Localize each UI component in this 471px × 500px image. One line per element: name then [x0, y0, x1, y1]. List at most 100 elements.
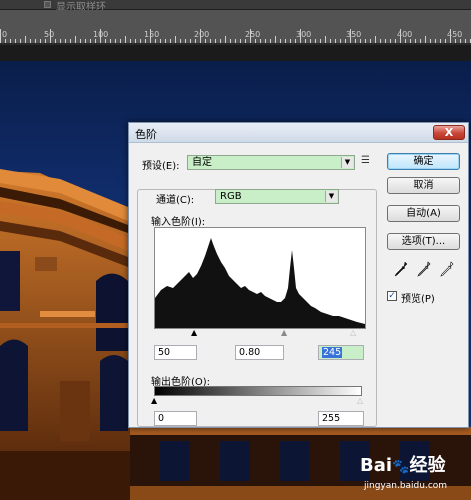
histogram-graph: [155, 238, 365, 328]
ruler-tick: [140, 39, 141, 43]
input-white-value: 245: [322, 347, 343, 358]
ruler-tick: [245, 39, 246, 43]
ruler-tick: [210, 39, 211, 43]
input-gamma-field[interactable]: 0.80: [235, 345, 284, 360]
preview-label: 预览(P): [401, 294, 435, 305]
input-black-slider[interactable]: ▲: [191, 329, 197, 337]
preset-menu-icon[interactable]: ☰: [361, 155, 370, 166]
ruler-tick: [425, 36, 426, 43]
ruler-tick: [320, 39, 321, 43]
input-white-field[interactable]: 245: [318, 345, 364, 360]
ruler-tick: [20, 39, 21, 43]
dialog-titlebar[interactable]: 色阶 X: [129, 123, 468, 143]
ruler-tick: [465, 39, 466, 43]
horizontal-ruler: 0 50 100 150 200 250 300 350 400 450: [0, 10, 471, 44]
ruler-tick: [90, 39, 91, 43]
ruler-tick-label: 0: [2, 30, 8, 39]
ruler-tick: [445, 39, 446, 43]
ruler-tick: [350, 29, 351, 43]
ruler-tick: [460, 39, 461, 43]
ruler-tick: [315, 39, 316, 43]
ruler-tick: [385, 39, 386, 43]
ruler-tick: [325, 36, 326, 43]
output-black-slider[interactable]: ▲: [151, 397, 157, 405]
ruler-tick: [430, 39, 431, 43]
ruler-tick: [205, 39, 206, 43]
ruler-tick: [400, 29, 401, 43]
chevron-down-icon: ▼: [325, 191, 337, 202]
channel-label: 通道(C):: [156, 195, 195, 206]
ruler-tick: [50, 29, 51, 43]
ok-button[interactable]: 确定: [387, 153, 460, 170]
white-eyedropper-icon[interactable]: [440, 261, 454, 277]
ruler-tick: [260, 39, 261, 43]
ruler-tick: [45, 39, 46, 43]
ruler-tick: [190, 39, 191, 43]
preset-value: 自定: [192, 157, 212, 168]
ruler-tick: [215, 39, 216, 43]
ruler-tick: [155, 39, 156, 43]
ruler-tick: [450, 29, 451, 43]
ruler-tick: [25, 36, 26, 43]
ruler-tick: [370, 39, 371, 43]
output-white-field[interactable]: 255: [318, 411, 364, 426]
channel-value: RGB: [220, 191, 242, 202]
ruler-tick: [265, 39, 266, 43]
input-white-slider[interactable]: △: [350, 329, 356, 337]
ruler-tick: [55, 39, 56, 43]
ruler-tick: [100, 29, 101, 43]
ruler-tick: [185, 39, 186, 43]
ruler-tick-label: 300: [296, 30, 312, 39]
input-black-field[interactable]: 50: [154, 345, 197, 360]
ruler-tick: [195, 39, 196, 43]
ruler-tick: [125, 36, 126, 43]
ruler-tick: [360, 39, 361, 43]
ruler-tick: [120, 39, 121, 43]
ruler-tick: [435, 39, 436, 43]
ruler-tick: [170, 39, 171, 43]
ruler-tick: [225, 36, 226, 43]
ruler-tick: [340, 39, 341, 43]
black-eyedropper-icon[interactable]: [394, 261, 408, 277]
preset-select[interactable]: 自定 ▼: [187, 155, 355, 170]
ruler-tick: [5, 39, 6, 43]
ruler-tick-label: 200: [194, 30, 210, 39]
ruler-tick: [410, 39, 411, 43]
ruler-tick: [295, 39, 296, 43]
ruler-tick: [30, 39, 31, 43]
ruler-tick: [85, 39, 86, 43]
close-button[interactable]: X: [433, 125, 465, 140]
ruler-tick: [390, 39, 391, 43]
preview-checkbox[interactable]: ✓: [387, 291, 397, 301]
ruler-tick: [135, 39, 136, 43]
ruler-tick: [240, 39, 241, 43]
ruler-tick: [335, 39, 336, 43]
ruler-tick-label: 250: [245, 30, 261, 39]
ruler-tick: [250, 29, 251, 43]
ruler-tick: [200, 29, 201, 43]
ruler-tick: [160, 39, 161, 43]
ruler-tick: [310, 39, 311, 43]
baidu-logo: Bai🐾经验: [360, 451, 445, 477]
ruler-tick: [180, 39, 181, 43]
output-black-field[interactable]: 0: [154, 411, 197, 426]
input-gamma-slider[interactable]: ▲: [281, 329, 287, 337]
ruler-tick: [230, 39, 231, 43]
watermark-url: jingyan.baidu.com: [364, 481, 448, 491]
histogram: [154, 227, 366, 329]
ruler-tick: [235, 39, 236, 43]
options-button[interactable]: 选项(T)...: [387, 233, 460, 250]
ruler-tick: [355, 39, 356, 43]
sample-ring-checkbox[interactable]: [44, 1, 51, 8]
channel-select[interactable]: RGB ▼: [215, 189, 339, 204]
ruler-tick: [375, 36, 376, 43]
output-white-slider[interactable]: △: [357, 397, 363, 405]
ruler-tick: [60, 39, 61, 43]
gray-eyedropper-icon[interactable]: [417, 261, 431, 277]
auto-button[interactable]: 自动(A): [387, 205, 460, 222]
chevron-down-icon: ▼: [341, 157, 353, 168]
baidu-watermark: Bai🐾经验 jingyan.baidu.com: [358, 451, 468, 497]
cancel-button[interactable]: 取消: [387, 177, 460, 194]
ruler-tick: [75, 36, 76, 43]
ruler-tick: [330, 39, 331, 43]
